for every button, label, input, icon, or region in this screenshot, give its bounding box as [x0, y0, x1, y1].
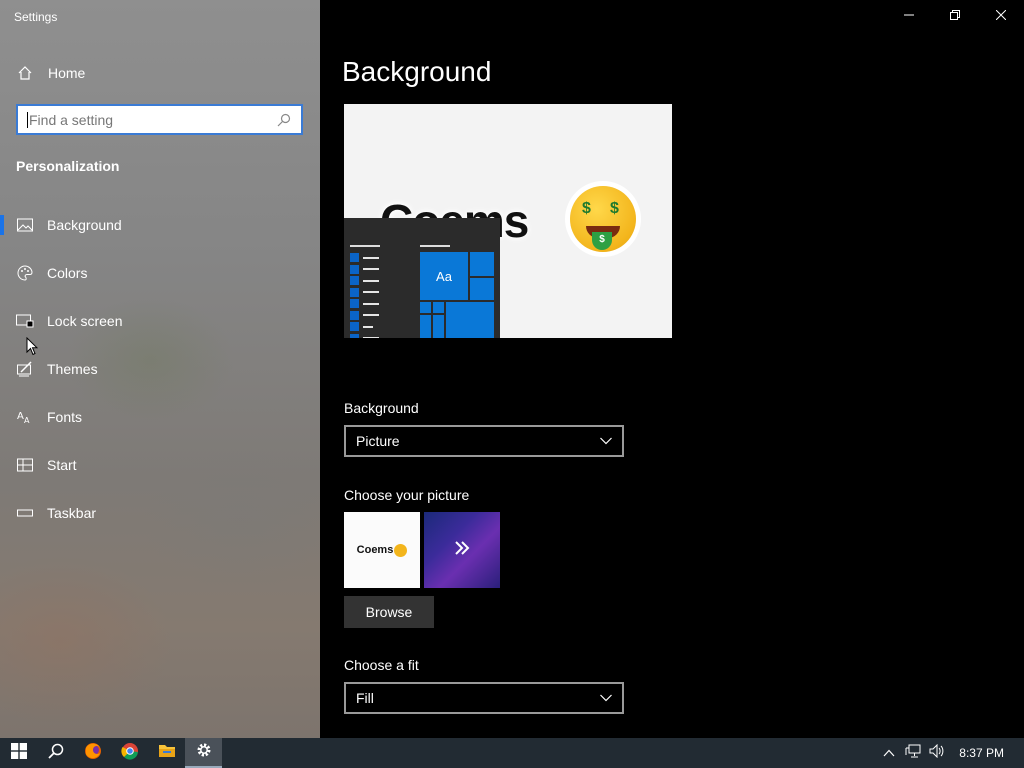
taskbar-file-explorer[interactable]	[148, 738, 185, 768]
section-title: Personalization	[16, 158, 120, 174]
network-button[interactable]	[901, 738, 925, 768]
sidebar-item-fonts[interactable]: AA Fonts	[0, 393, 320, 441]
close-icon	[995, 7, 1007, 25]
search-input[interactable]: Find a setting	[16, 104, 303, 135]
close-button[interactable]	[978, 0, 1024, 32]
windows-logo-icon	[10, 742, 27, 764]
show-hidden-icons-button[interactable]	[877, 738, 901, 768]
sidebar-item-lock-screen[interactable]: Lock screen	[0, 297, 320, 345]
chevron-double-right-icon	[454, 540, 470, 560]
sidebar-item-colors[interactable]: Colors	[0, 249, 320, 297]
start-icon	[16, 458, 34, 472]
chevron-up-icon	[883, 744, 895, 762]
window-controls	[886, 0, 1024, 32]
volume-icon	[929, 743, 945, 763]
sidebar-nav-list: Background Colors Lock screen Themes AA …	[0, 201, 320, 537]
sidebar-item-taskbar[interactable]: Taskbar	[0, 489, 320, 537]
palette-icon	[16, 265, 34, 281]
firefox-icon	[84, 742, 102, 765]
sidebar-item-label: Fonts	[47, 409, 83, 425]
choose-fit-label: Choose a fit	[344, 657, 419, 673]
search-placeholder: Find a setting	[29, 111, 114, 128]
mouse-cursor-icon	[26, 336, 39, 361]
thumbnail-text: Coems	[356, 544, 394, 556]
choose-fit-value: Fill	[356, 690, 374, 706]
sidebar-item-background[interactable]: Background	[0, 201, 320, 249]
taskbar-icon	[16, 508, 34, 518]
money-mouth-emoji-icon: $ $ $	[570, 186, 636, 252]
settings-icon	[196, 742, 212, 763]
settings-sidebar: Settings Home Find a setting Personaliza…	[0, 0, 320, 738]
background-type-dropdown[interactable]: Picture	[344, 425, 624, 457]
start-button[interactable]	[0, 738, 37, 768]
picture-thumbnail-coems[interactable]: Coems	[344, 512, 420, 588]
system-tray: 8:37 PM	[877, 738, 1024, 768]
taskbar-firefox[interactable]	[74, 738, 111, 768]
sidebar-item-label: Lock screen	[47, 313, 123, 329]
home-nav-item[interactable]: Home	[0, 58, 320, 88]
home-icon	[16, 65, 34, 81]
sidebar-item-label: Colors	[47, 265, 88, 281]
chevron-down-icon	[600, 694, 612, 702]
mock-tile-aa: Aa	[420, 252, 468, 300]
mock-tiles: Aa	[420, 252, 494, 338]
sidebar-item-label: Start	[47, 457, 77, 473]
restore-icon	[950, 7, 960, 25]
sidebar-item-themes[interactable]: Themes	[0, 345, 320, 393]
start-menu-mockup: Aa	[344, 218, 500, 338]
minimize-button[interactable]	[886, 0, 932, 32]
chrome-icon	[120, 742, 139, 765]
restore-button[interactable]	[932, 0, 978, 32]
picture-icon	[16, 218, 34, 232]
taskbar-chrome[interactable]	[111, 738, 148, 768]
page-title: Background	[342, 56, 492, 87]
sidebar-item-label: Background	[47, 217, 122, 233]
chevron-down-icon	[600, 437, 612, 445]
taskbar-search-button[interactable]	[37, 738, 74, 768]
background-type-label: Background	[344, 400, 419, 416]
main-content: Background Coems $ $ $ Aa	[320, 0, 1024, 738]
lock-screen-icon	[16, 314, 34, 328]
mock-app-list	[350, 252, 379, 338]
picture-thumbnail-windows[interactable]	[424, 512, 500, 588]
svg-text:A: A	[17, 411, 24, 422]
background-preview: Coems $ $ $ Aa	[344, 104, 672, 338]
clock[interactable]: 8:37 PM	[949, 746, 1024, 760]
fonts-icon: AA	[16, 409, 34, 425]
choose-fit-dropdown[interactable]: Fill	[344, 682, 624, 714]
home-label: Home	[48, 65, 86, 81]
taskbar: 8:37 PM	[0, 738, 1024, 768]
choose-picture-label: Choose your picture	[344, 487, 470, 503]
sidebar-item-label: Themes	[47, 361, 98, 377]
background-type-value: Picture	[356, 433, 400, 449]
sidebar-item-label: Taskbar	[47, 505, 97, 521]
volume-button[interactable]	[925, 738, 949, 768]
file-explorer-icon	[158, 743, 176, 764]
browse-button[interactable]: Browse	[344, 596, 434, 628]
search-icon[interactable]	[277, 112, 293, 128]
themes-icon	[16, 361, 34, 377]
text-caret	[27, 111, 28, 128]
minimize-icon	[904, 7, 914, 25]
search-icon	[47, 743, 64, 764]
taskbar-settings[interactable]	[185, 738, 222, 768]
sidebar-item-start[interactable]: Start	[0, 441, 320, 489]
svg-text:A: A	[24, 416, 30, 425]
network-icon	[905, 744, 921, 763]
app-title: Settings	[14, 10, 58, 24]
emoji-icon	[394, 543, 408, 557]
